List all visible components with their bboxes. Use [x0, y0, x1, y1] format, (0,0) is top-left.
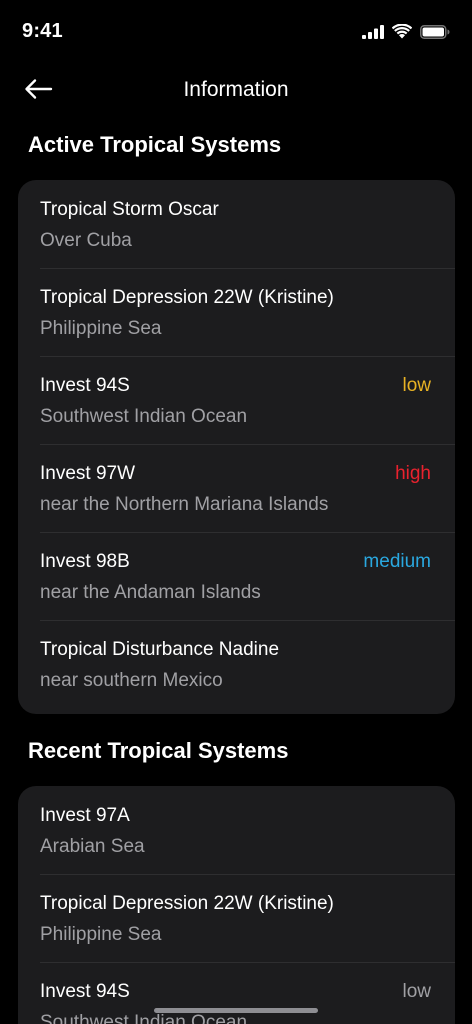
- system-name: Invest 97A: [40, 805, 130, 826]
- cellular-signal-icon: [362, 24, 384, 39]
- list-item[interactable]: Invest 97W high near the Northern Marian…: [18, 444, 455, 532]
- system-location: near the Andaman Islands: [40, 582, 261, 603]
- status-bar: 9:41: [0, 0, 472, 66]
- system-name: Tropical Depression 22W (Kristine): [40, 893, 334, 914]
- battery-icon: [420, 24, 450, 39]
- system-location: Arabian Sea: [40, 836, 145, 857]
- system-name: Invest 98B: [40, 551, 130, 572]
- nav-bar: Information: [0, 66, 472, 116]
- system-location: Philippine Sea: [40, 924, 162, 945]
- system-location: Over Cuba: [40, 230, 132, 251]
- system-name: Invest 94S: [40, 981, 130, 1002]
- recent-systems-list: Invest 97A Arabian Sea Tropical Depressi…: [18, 786, 455, 1024]
- list-item[interactable]: Invest 94S low Southwest Indian Ocean: [18, 962, 455, 1024]
- development-chance-badge: low: [402, 981, 431, 1002]
- wifi-icon: [392, 24, 412, 39]
- page-title: Information: [183, 78, 289, 101]
- development-chance-badge: medium: [363, 551, 431, 572]
- list-item[interactable]: Tropical Disturbance Nadine near souther…: [18, 620, 455, 708]
- development-chance-badge: high: [395, 463, 431, 484]
- status-time: 9:41: [22, 20, 63, 42]
- list-item[interactable]: Invest 94S low Southwest Indian Ocean: [18, 356, 455, 444]
- list-item[interactable]: Tropical Depression 22W (Kristine) Phili…: [18, 874, 455, 962]
- list-item[interactable]: Tropical Storm Oscar Over Cuba: [18, 180, 455, 268]
- status-icons: [362, 24, 450, 39]
- active-systems-list: Tropical Storm Oscar Over Cuba Tropical …: [18, 180, 455, 714]
- list-item[interactable]: Invest 98B medium near the Andaman Islan…: [18, 532, 455, 620]
- recent-section-title: Recent Tropical Systems: [28, 738, 289, 763]
- list-item[interactable]: Tropical Depression 22W (Kristine) Phili…: [18, 268, 455, 356]
- system-name: Invest 97W: [40, 463, 136, 484]
- active-section-title: Active Tropical Systems: [28, 132, 282, 157]
- system-name: Tropical Depression 22W (Kristine): [40, 287, 334, 308]
- list-item[interactable]: Invest 97A Arabian Sea: [18, 786, 455, 874]
- system-location: Southwest Indian Ocean: [40, 406, 248, 427]
- system-location: Southwest Indian Ocean: [40, 1012, 248, 1024]
- development-chance-badge: low: [402, 375, 431, 396]
- home-indicator[interactable]: [154, 1008, 318, 1013]
- system-name: Tropical Storm Oscar: [40, 199, 219, 220]
- system-name: Invest 94S: [40, 375, 130, 396]
- system-name: Tropical Disturbance Nadine: [40, 639, 280, 660]
- system-location: Philippine Sea: [40, 318, 162, 339]
- system-location: near southern Mexico: [40, 670, 223, 691]
- system-location: near the Northern Mariana Islands: [40, 494, 329, 515]
